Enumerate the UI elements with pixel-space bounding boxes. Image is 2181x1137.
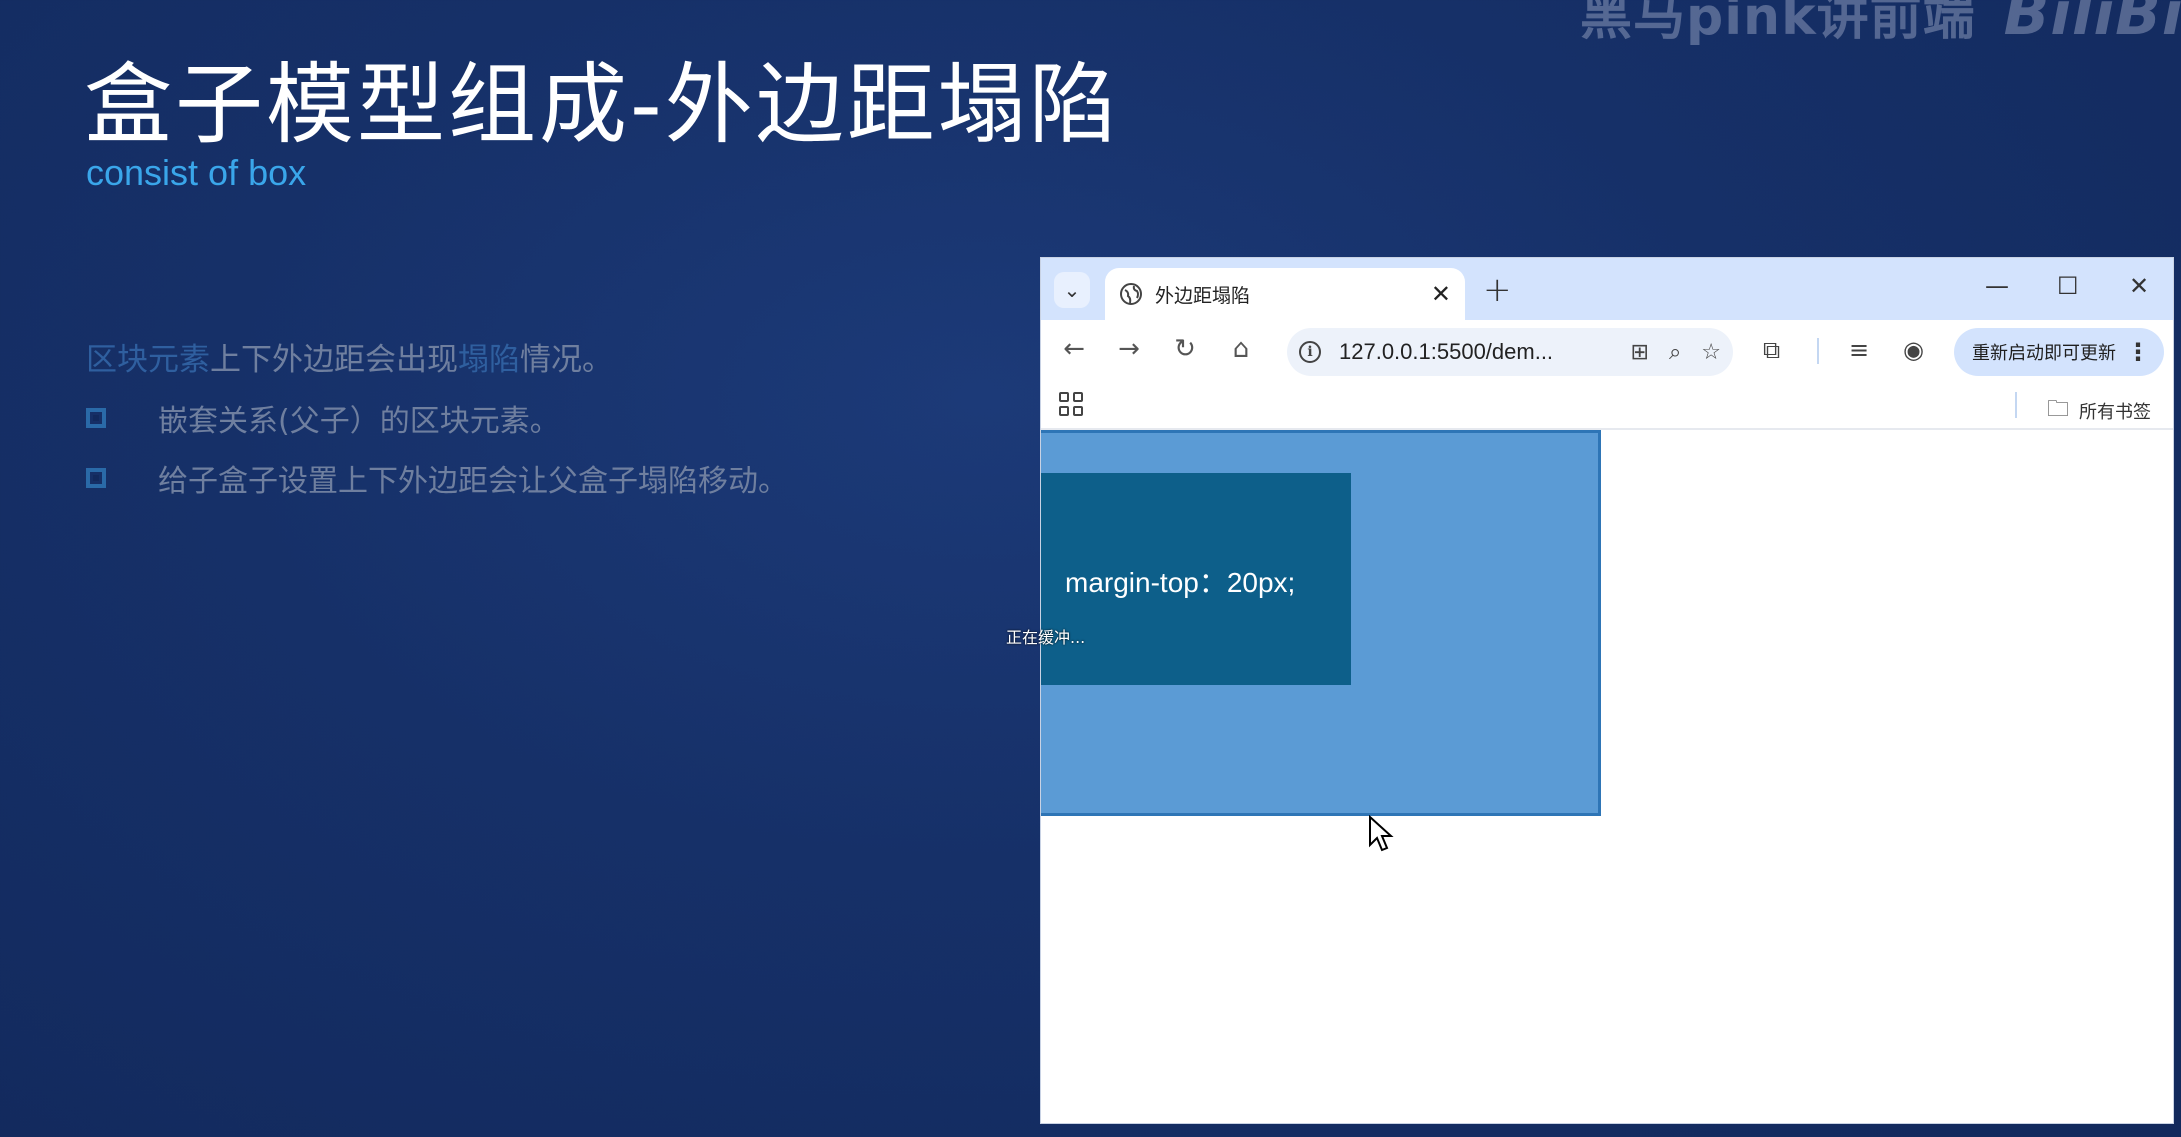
profile-icon[interactable]: ◉: [1903, 336, 1924, 364]
watermark-text: 黑马pink讲前端: [1580, 0, 1976, 47]
site-info-icon[interactable]: i: [1299, 341, 1321, 363]
update-button-label: 重新启动即可更新: [1972, 343, 2116, 364]
intro-highlight-collapse: 塌陷: [458, 342, 520, 378]
intro-text-part2: 情况。: [520, 342, 613, 378]
page-content: margin-top：20px;: [1041, 430, 2173, 1123]
bookmarks-bar: 🗀 所有书签: [1041, 382, 2173, 430]
tab-search-dropdown-icon[interactable]: ⌄: [1054, 272, 1090, 308]
tab-bar: ⌄ 外边距塌陷 ✕ + — ☐ ✕: [1041, 258, 2173, 320]
bullet-item: 嵌套关系(父子）的区块元素。: [86, 396, 560, 440]
child-box: margin-top：20px;: [1041, 473, 1351, 685]
tab-title: 外边距塌陷: [1155, 284, 1251, 307]
address-bar[interactable]: i 127.0.0.1:5500/dem... ⊞ ⌕ ☆: [1287, 328, 1733, 376]
zoom-icon[interactable]: ⌕: [1669, 340, 1681, 365]
intro-text-part1: 上下外边距会出现: [210, 342, 458, 378]
child-box-label: margin-top：20px;: [1065, 567, 1296, 598]
tab-active[interactable]: 外边距塌陷 ✕: [1105, 268, 1465, 320]
apps-grid-icon[interactable]: [1059, 392, 1083, 416]
bilibili-logo: BiliBili: [2003, 0, 2181, 49]
update-button[interactable]: 重新启动即可更新 ⋮: [1954, 328, 2164, 376]
reload-button[interactable]: ↻: [1168, 334, 1202, 364]
browser-toolbar: ← → ↻ ⌂ i 127.0.0.1:5500/dem... ⊞ ⌕ ☆ ⧉ …: [1041, 320, 2173, 382]
menu-icon[interactable]: ⋮: [2126, 338, 2150, 366]
intro-text: 区块元素上下外边距会出现塌陷情况。: [86, 334, 613, 379]
mouse-pointer-icon: [1369, 815, 1394, 852]
bullet-item: 给子盒子设置上下外边距会让父盒子塌陷移动。: [86, 456, 788, 500]
toolbar-divider: [1817, 338, 1819, 364]
home-button[interactable]: ⌂: [1224, 334, 1258, 364]
bullet-text: 嵌套关系(父子）的区块元素。: [158, 404, 560, 439]
extensions-icon[interactable]: ⧉: [1763, 336, 1780, 364]
window-close-button[interactable]: ✕: [2129, 272, 2149, 300]
slide-subtitle: consist of box: [86, 152, 307, 193]
bullet-text: 给子盒子设置上下外边距会让父盒子塌陷移动。: [158, 464, 788, 499]
media-control-icon[interactable]: ≡: [1849, 336, 1869, 364]
tab-close-icon[interactable]: ✕: [1431, 280, 1451, 308]
forward-button[interactable]: →: [1112, 334, 1146, 364]
bookmark-star-icon[interactable]: ☆: [1701, 340, 1721, 365]
slide-title: 盒子模型组成-外边距塌陷: [84, 53, 1120, 156]
bullet-square-icon: [86, 408, 106, 428]
globe-icon: [1120, 283, 1142, 305]
url-text[interactable]: 127.0.0.1:5500/dem...: [1339, 339, 1611, 365]
browser-window: ⌄ 外边距塌陷 ✕ + — ☐ ✕ ← → ↻ ⌂ i 127.0.0.1:55…: [1040, 257, 2174, 1124]
watermark: 黑马pink讲前端 BiliBili: [1580, 0, 2181, 49]
bookmarks-divider: [2015, 392, 2017, 418]
bullet-square-icon: [86, 468, 106, 488]
minimize-button[interactable]: —: [1985, 272, 2009, 300]
back-button[interactable]: ←: [1057, 334, 1091, 364]
translate-icon[interactable]: ⊞: [1631, 340, 1649, 365]
maximize-button[interactable]: ☐: [2057, 272, 2079, 300]
buffering-indicator: 正在缓冲...: [1006, 628, 1086, 647]
parent-box: margin-top：20px;: [1041, 430, 1601, 816]
all-bookmarks-button[interactable]: 🗀 所有书签: [2047, 392, 2151, 430]
intro-highlight-block: 区块元素: [86, 342, 210, 378]
all-bookmarks-label: 所有书签: [2079, 402, 2151, 423]
new-tab-button[interactable]: +: [1483, 270, 1512, 310]
folder-icon: 🗀: [2046, 397, 2069, 422]
